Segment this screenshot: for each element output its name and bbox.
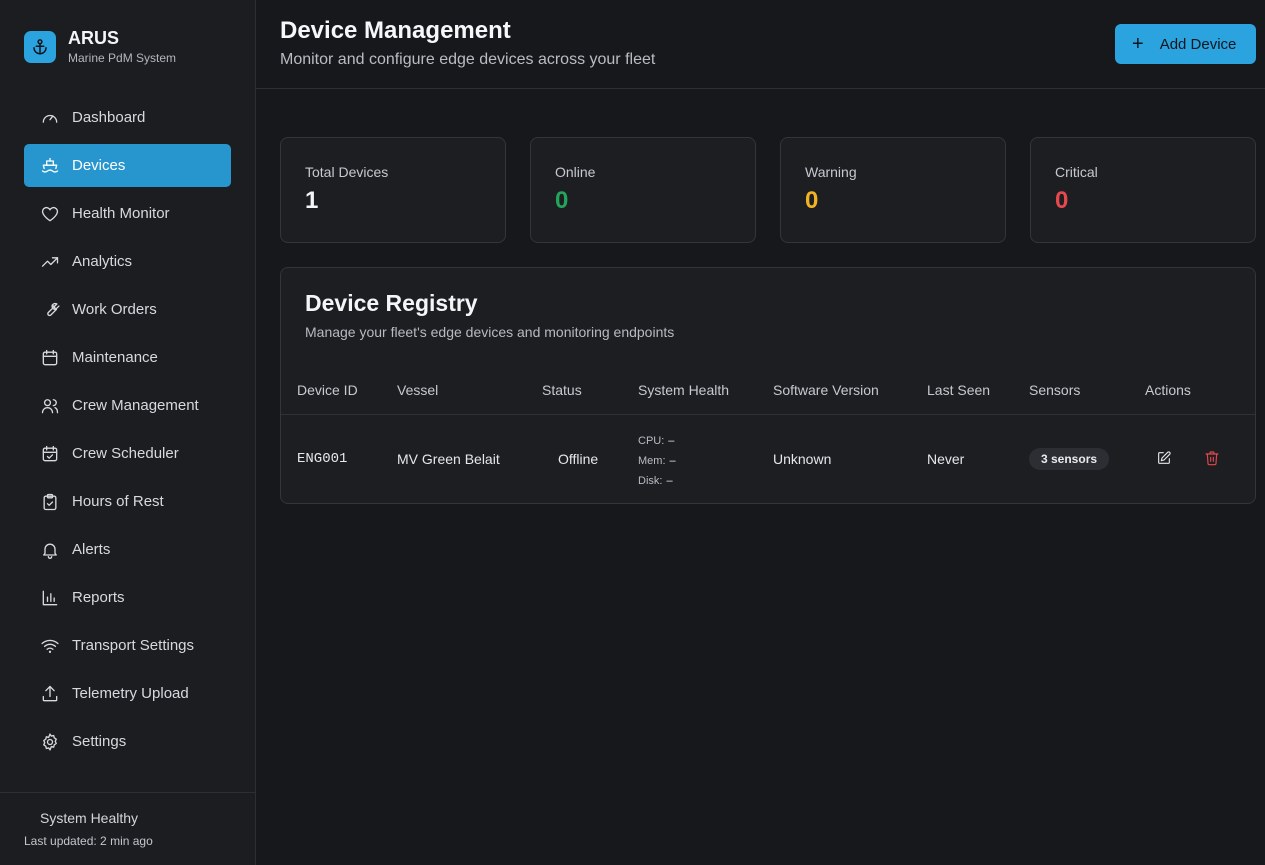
sidebar: ARUS Marine PdM System Dashboard Devices… (0, 0, 256, 865)
brand[interactable]: ARUS Marine PdM System (24, 28, 176, 65)
heart-icon (40, 204, 60, 224)
stat-value: 0 (805, 187, 819, 214)
column-header-vessel[interactable]: Vessel (397, 382, 438, 398)
clipboard-check-icon (40, 492, 60, 512)
column-header-last-seen[interactable]: Last Seen (927, 382, 990, 398)
sidebar-item-label: Alerts (72, 541, 111, 558)
trending-up-icon (40, 252, 60, 272)
sidebar-nav: Dashboard Devices Health Monitor Analyti… (24, 96, 231, 768)
sidebar-item-label: Telemetry Upload (72, 685, 189, 702)
upload-icon (40, 684, 60, 704)
brand-subtitle: Marine PdM System (68, 51, 177, 65)
calendar-icon (40, 348, 60, 368)
last-updated: Last updated: 2 min ago (24, 834, 153, 848)
add-device-button[interactable]: + Add Device (1115, 24, 1256, 64)
bell-icon (40, 540, 60, 560)
sidebar-item-label: Transport Settings (72, 637, 194, 654)
stat-label: Total Devices (305, 164, 389, 180)
gear-icon (40, 732, 60, 752)
sidebar-item-label: Hours of Rest (72, 493, 164, 510)
system-health-cell: CPU: – Mem: – Disk: – (638, 431, 676, 491)
stat-value: 0 (555, 187, 569, 214)
mem-value: – (669, 455, 676, 467)
sidebar-item-label: Reports (72, 589, 125, 606)
gauge-icon (40, 108, 60, 128)
sidebar-item-alerts[interactable]: Alerts (24, 528, 231, 571)
wrench-icon (40, 300, 60, 320)
device-id-cell: ENG001 (297, 451, 348, 467)
bar-chart-icon (40, 588, 60, 608)
system-status: System Healthy (40, 810, 139, 826)
stats-row: Total Devices 1 Online 0 Warning 0 Criti… (280, 137, 1256, 243)
stat-value: 1 (305, 187, 319, 214)
ship-icon (40, 156, 60, 176)
column-header-sensors[interactable]: Sensors (1029, 382, 1080, 398)
vessel-cell: MV Green Belait (397, 451, 500, 467)
table-header: Device ID Vessel Status System Health So… (281, 369, 1255, 415)
stat-card-warning: Warning 0 (780, 137, 1006, 243)
sidebar-item-label: Crew Scheduler (72, 445, 179, 462)
sidebar-item-analytics[interactable]: Analytics (24, 240, 231, 283)
sidebar-item-label: Analytics (72, 253, 133, 270)
column-header-device-id[interactable]: Device ID (297, 382, 358, 398)
sidebar-item-dashboard[interactable]: Dashboard (24, 96, 231, 139)
plus-icon: + (1132, 33, 1144, 55)
wifi-icon (40, 636, 60, 656)
disk-value: – (666, 475, 673, 487)
registry-title: Device Registry (305, 290, 478, 316)
stat-label: Online (555, 164, 596, 180)
stat-label: Warning (805, 164, 857, 180)
sidebar-item-label: Settings (72, 733, 127, 750)
column-header-system-health[interactable]: System Health (638, 382, 729, 398)
column-header-software-version[interactable]: Software Version (773, 382, 879, 398)
sidebar-item-crew-management[interactable]: Crew Management (24, 384, 231, 427)
sensors-badge[interactable]: 3 sensors (1029, 448, 1110, 470)
users-icon (40, 396, 60, 416)
sidebar-item-maintenance[interactable]: Maintenance (24, 336, 231, 379)
stat-value: 0 (1055, 187, 1069, 214)
calendar-check-icon (40, 444, 60, 464)
sidebar-item-work-orders[interactable]: Work Orders (24, 288, 231, 331)
stat-card-total-devices: Total Devices 1 (280, 137, 506, 243)
sidebar-item-telemetry-upload[interactable]: Telemetry Upload (24, 672, 231, 715)
page-header: Device Management Monitor and configure … (256, 0, 1265, 89)
mem-label: Mem: (638, 455, 666, 467)
stat-card-critical: Critical 0 (1030, 137, 1256, 243)
page-title: Device Management (280, 17, 511, 44)
sidebar-item-label: Work Orders (72, 301, 157, 318)
brand-title: ARUS (68, 28, 120, 48)
stat-label: Critical (1055, 164, 1098, 180)
main-content: Device Management Monitor and configure … (256, 0, 1265, 865)
sidebar-item-transport-settings[interactable]: Transport Settings (24, 624, 231, 667)
sidebar-item-label: Devices (72, 157, 126, 174)
anchor-icon (24, 30, 56, 63)
sidebar-item-settings[interactable]: Settings (24, 720, 231, 763)
sidebar-item-health-monitor[interactable]: Health Monitor (24, 192, 231, 235)
table-row[interactable]: ENG001 MV Green Belait Offline CPU: – Mem… (281, 415, 1255, 503)
column-header-status[interactable]: Status (542, 382, 582, 398)
cpu-value: – (668, 435, 675, 447)
column-header-actions: Actions (1145, 382, 1191, 398)
sidebar-item-label: Health Monitor (72, 205, 170, 222)
page-subtitle: Monitor and configure edge devices acros… (280, 51, 656, 68)
sidebar-item-hours-of-rest[interactable]: Hours of Rest (24, 480, 231, 523)
disk-label: Disk: (638, 475, 663, 487)
sidebar-item-devices[interactable]: Devices (24, 144, 231, 187)
last-seen-cell: Never (927, 451, 965, 467)
sidebar-item-label: Dashboard (72, 109, 146, 126)
sidebar-item-label: Crew Management (72, 397, 199, 414)
sidebar-item-reports[interactable]: Reports (24, 576, 231, 619)
device-registry-card: Device Registry Manage your fleet's edge… (280, 267, 1256, 504)
trash-icon[interactable] (1204, 450, 1222, 468)
status-cell: Offline (558, 451, 599, 467)
registry-subtitle: Manage your fleet's edge devices and mon… (305, 324, 675, 340)
sidebar-item-label: Maintenance (72, 349, 158, 366)
sidebar-item-crew-scheduler[interactable]: Crew Scheduler (24, 432, 231, 475)
edit-icon[interactable] (1156, 450, 1174, 468)
add-device-label: Add Device (1159, 35, 1237, 53)
software-version-cell: Unknown (773, 451, 832, 467)
sidebar-footer: System Healthy Last updated: 2 min ago (0, 792, 255, 865)
stat-card-online: Online 0 (530, 137, 756, 243)
cpu-label: CPU: (638, 435, 665, 447)
